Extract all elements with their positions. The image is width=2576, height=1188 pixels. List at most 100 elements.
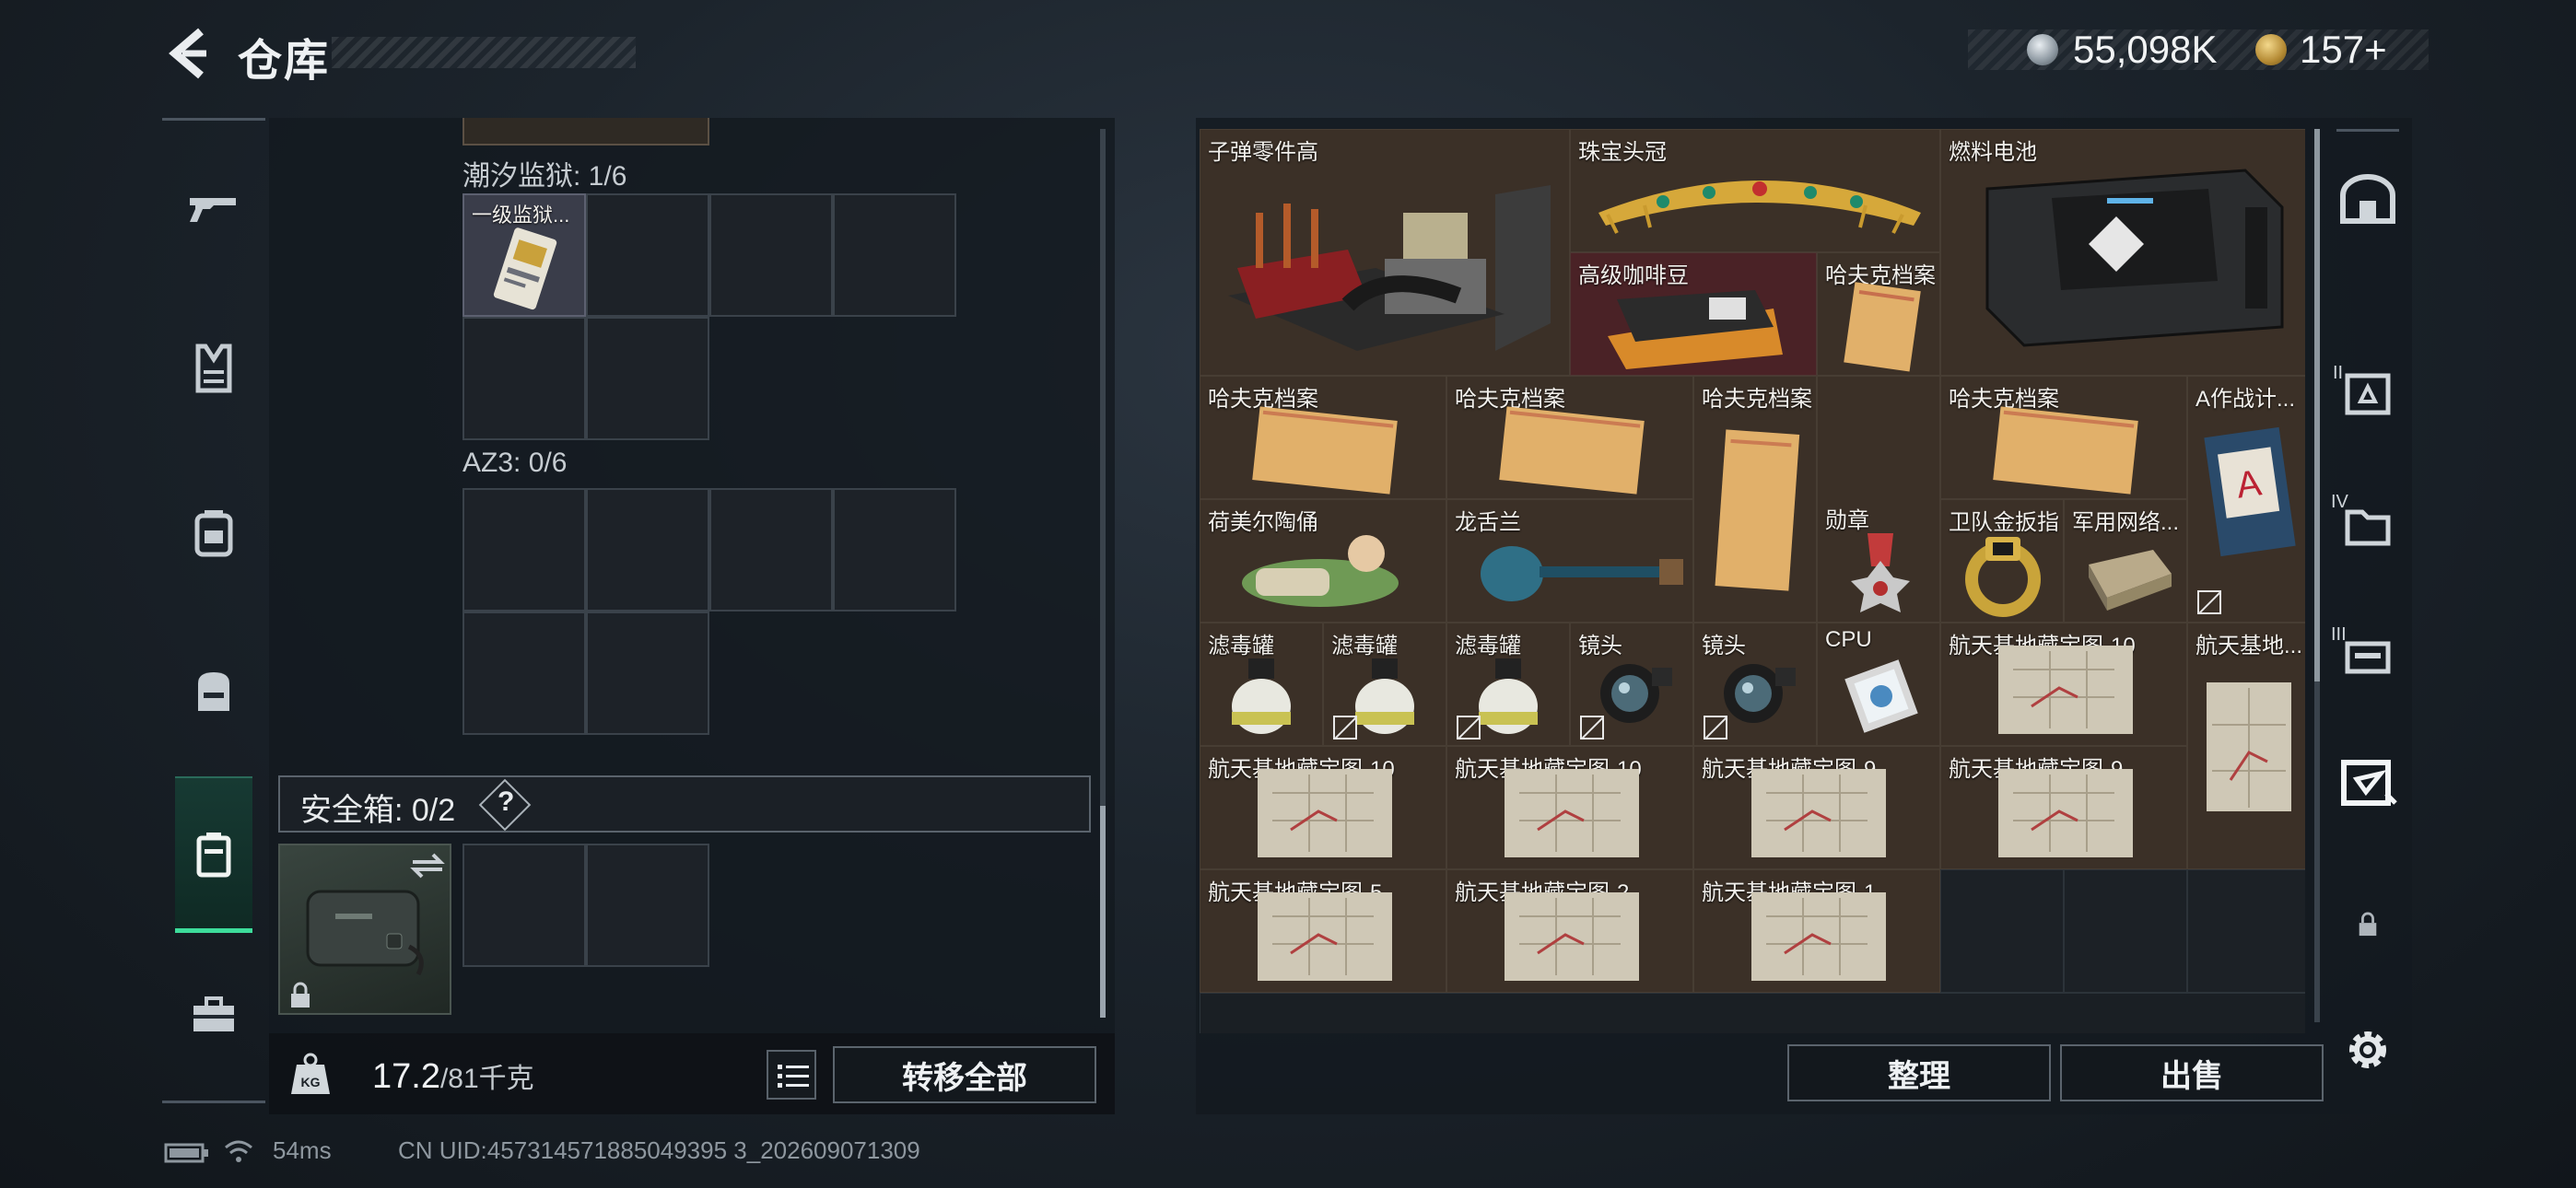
stash-page-active[interactable] <box>2331 737 2405 825</box>
stash-page-4[interactable]: IV <box>2331 488 2405 562</box>
stash-item[interactable]: 航天基地藏宝图-2 <box>1446 869 1693 993</box>
page-title: 仓库 <box>238 37 331 86</box>
ping-label: 54ms <box>273 1136 332 1164</box>
left-scrollbar-thumb[interactable] <box>1100 806 1106 1018</box>
stash-item[interactable]: 珠宝头冠 <box>1570 129 1940 252</box>
transfer-all-button[interactable]: 转移全部 <box>833 1046 1096 1103</box>
stash-page-1[interactable] <box>2331 162 2405 236</box>
stash-grid: 子弹零件高 珠宝头冠 燃料电池 高级咖啡豆 哈夫克档案 哈夫克档案 哈夫克档案 … <box>1200 129 2305 1033</box>
stash-item[interactable]: 航天基地藏宝图-5 <box>1200 869 1446 993</box>
stash-weapon-rack-icon <box>2345 641 2391 674</box>
stash-item[interactable]: 勋章 <box>1817 376 1940 623</box>
treasure-map-image <box>2207 682 2291 811</box>
unlocked-marker-icon <box>1457 716 1481 740</box>
nav-toolbox[interactable] <box>175 976 252 1054</box>
stash-item[interactable]: 哈夫克档案 <box>1200 376 1446 499</box>
unlocked-marker-icon <box>1580 716 1604 740</box>
cpu-image <box>1844 659 1918 733</box>
treasure-map-image <box>1258 769 1392 857</box>
right-scrollbar-thumb[interactable] <box>2314 129 2320 681</box>
stash-page-icon <box>2345 373 2391 415</box>
stash-item[interactable]: 高级咖啡豆 <box>1570 252 1817 376</box>
nav-chest-rig[interactable] <box>175 494 252 571</box>
stash-item[interactable]: 军用网络... <box>2064 499 2187 623</box>
treasure-map-image <box>1505 892 1639 981</box>
jewel-crown-image <box>1598 181 1921 234</box>
item-label: 航天基地... <box>2195 634 2303 658</box>
right-nav-top-line <box>2336 129 2399 132</box>
back-arrow-icon[interactable] <box>162 26 217 81</box>
stash-item[interactable]: 航天基地... <box>2187 623 2305 869</box>
nav-weapon[interactable] <box>175 169 252 247</box>
safe-case-image <box>306 890 424 976</box>
stash-item[interactable]: 子弹零件高 <box>1200 129 1570 376</box>
tequila-bottle-image <box>1481 546 1683 601</box>
item-label: 军用网络... <box>2072 510 2180 535</box>
stash-item[interactable]: A作战计... A <box>2187 376 2305 623</box>
stash-item[interactable]: 航天基地藏宝图-10 <box>1200 746 1446 869</box>
svg-text:KG: KG <box>301 1075 321 1089</box>
currency-gold-amount[interactable]: 157+ <box>2300 28 2387 72</box>
empty-slot[interactable] <box>1940 869 2064 993</box>
treasure-map-image <box>1505 769 1639 857</box>
bag-icon <box>198 672 229 711</box>
item-label: 龙舌兰 <box>1455 510 1521 535</box>
nav-secure-case[interactable] <box>175 816 252 893</box>
item-label: 一级监狱... <box>472 204 570 227</box>
title-decoration <box>332 37 636 68</box>
coffee-beans-image <box>1608 290 1783 369</box>
stash-item[interactable]: 镜头 <box>1570 623 1693 746</box>
gear-icon <box>2349 1031 2386 1068</box>
weight-current: 17.2 <box>372 1057 440 1096</box>
filter-canister-image <box>1232 658 1291 734</box>
swap-icon[interactable] <box>409 851 446 880</box>
page-roman-label: III <box>2331 624 2347 645</box>
unlocked-marker-icon <box>2197 590 2221 614</box>
haavk-file-image <box>1715 429 1800 591</box>
medal-image <box>1851 533 1910 612</box>
stash-item[interactable]: 哈夫克档案 <box>1817 252 1940 376</box>
stash-item[interactable]: 航天基地藏宝图-10 <box>1940 623 2187 746</box>
stash-item[interactable]: 哈夫克档案 <box>1693 376 1817 623</box>
stash-page-2[interactable]: II <box>2331 357 2405 431</box>
empty-slot[interactable] <box>2064 869 2187 993</box>
stash-item[interactable]: 哈夫克档案 <box>1446 376 1693 499</box>
prison-keycard-slot[interactable]: 一级监狱... <box>463 193 586 317</box>
safe-case-slot[interactable] <box>278 844 451 1015</box>
stash-item[interactable]: 龙舌兰 <box>1446 499 1693 623</box>
stash-page-3[interactable]: III <box>2331 621 2405 694</box>
stash-item[interactable]: 航天基地藏宝图-1 <box>1693 869 1940 993</box>
nav-armor[interactable] <box>175 330 252 407</box>
haavk-file-image <box>1993 406 2138 495</box>
stash-item[interactable]: 滤毒罐 <box>1200 623 1323 746</box>
network-processor-image <box>2089 550 2172 611</box>
stash-item[interactable]: 镜头 <box>1693 623 1817 746</box>
stash-item[interactable]: 燃料电池 <box>1940 129 2305 376</box>
az3-container-label: AZ3: 0/6 <box>463 448 568 478</box>
nav-backpack[interactable] <box>175 652 252 729</box>
item-label: A作战计... <box>2195 387 2296 412</box>
lens-image <box>1600 664 1672 723</box>
settings-button[interactable] <box>2331 1013 2405 1087</box>
prison-container-grid: 一级监狱... <box>463 193 956 440</box>
stash-item[interactable]: 滤毒罐 <box>1323 623 1446 746</box>
stash-item[interactable]: CPU <box>1817 623 1940 746</box>
stash-item[interactable]: 航天基地藏宝图-9 <box>1940 746 2187 869</box>
stash-item[interactable]: 航天基地藏宝图-9 <box>1693 746 1940 869</box>
stash-arch-icon <box>2340 174 2395 224</box>
toolbox-icon <box>193 996 234 1031</box>
gold-coin-icon <box>2255 34 2287 65</box>
lens-image <box>1724 664 1796 723</box>
filter-canister-image <box>1355 658 1414 734</box>
empty-slot[interactable] <box>2187 869 2305 993</box>
stash-item[interactable]: 滤毒罐 <box>1446 623 1570 746</box>
sort-button[interactable]: 整理 <box>1787 1044 2051 1101</box>
sell-button[interactable]: 出售 <box>2060 1044 2324 1101</box>
stash-item[interactable]: 航天基地藏宝图-10 <box>1446 746 1693 869</box>
stash-item[interactable]: 卫队金扳指 <box>1940 499 2064 623</box>
stash-item[interactable]: 荷美尔陶俑 <box>1200 499 1446 623</box>
stash-item[interactable]: 哈夫克档案 <box>1940 376 2187 499</box>
partial-item-slot <box>463 118 709 146</box>
haavk-file-image <box>1844 282 1921 372</box>
list-view-button[interactable] <box>767 1050 816 1100</box>
